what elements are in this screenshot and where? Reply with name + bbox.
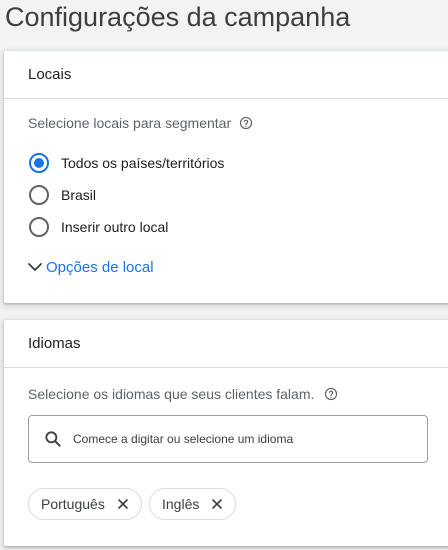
locations-header: Locais	[4, 51, 448, 99]
languages-helper-text: Selecione os idiomas que seus clientes f…	[28, 386, 315, 402]
help-icon[interactable]	[239, 116, 253, 130]
location-options-label: Opções de local	[46, 258, 154, 276]
chevron-down-icon	[28, 263, 42, 271]
radio-all-countries[interactable]: Todos os países/territórios	[29, 153, 224, 173]
radio-label-all-countries: Todos os países/territórios	[61, 155, 225, 171]
close-icon[interactable]	[115, 496, 131, 512]
search-icon	[45, 431, 61, 447]
radio-label-other-location: Inserir outro local	[61, 219, 169, 235]
languages-helper: Selecione os idiomas que seus clientes f…	[28, 386, 338, 402]
radio-button-other-location[interactable]	[29, 217, 49, 237]
languages-header: Idiomas	[4, 320, 448, 368]
languages-card: Idiomas Selecione os idiomas que seus cl…	[4, 320, 448, 546]
location-options-toggle[interactable]: Opções de local	[26, 258, 154, 276]
help-icon[interactable]	[324, 387, 338, 401]
chip-label-english: Inglês	[162, 496, 200, 512]
radio-button-all-countries[interactable]	[29, 153, 49, 173]
close-icon[interactable]	[209, 496, 225, 512]
chip-label-portuguese: Português	[41, 496, 105, 512]
locations-card: Locais Selecione locais para segmentar T…	[4, 51, 448, 303]
language-search-input[interactable]	[71, 431, 405, 447]
radio-label-brasil: Brasil	[61, 187, 97, 203]
locations-helper-text: Selecione locais para segmentar	[28, 115, 232, 131]
language-chip-english: Inglês	[149, 488, 237, 520]
radio-brasil[interactable]: Brasil	[29, 185, 96, 205]
radio-other-location[interactable]: Inserir outro local	[29, 217, 168, 237]
language-search-box[interactable]	[28, 415, 428, 463]
language-chip-portuguese: Português	[28, 488, 142, 520]
radio-button-brasil[interactable]	[29, 185, 49, 205]
page-title: Configurações da campanha	[5, 2, 351, 32]
locations-helper: Selecione locais para segmentar	[28, 115, 253, 131]
